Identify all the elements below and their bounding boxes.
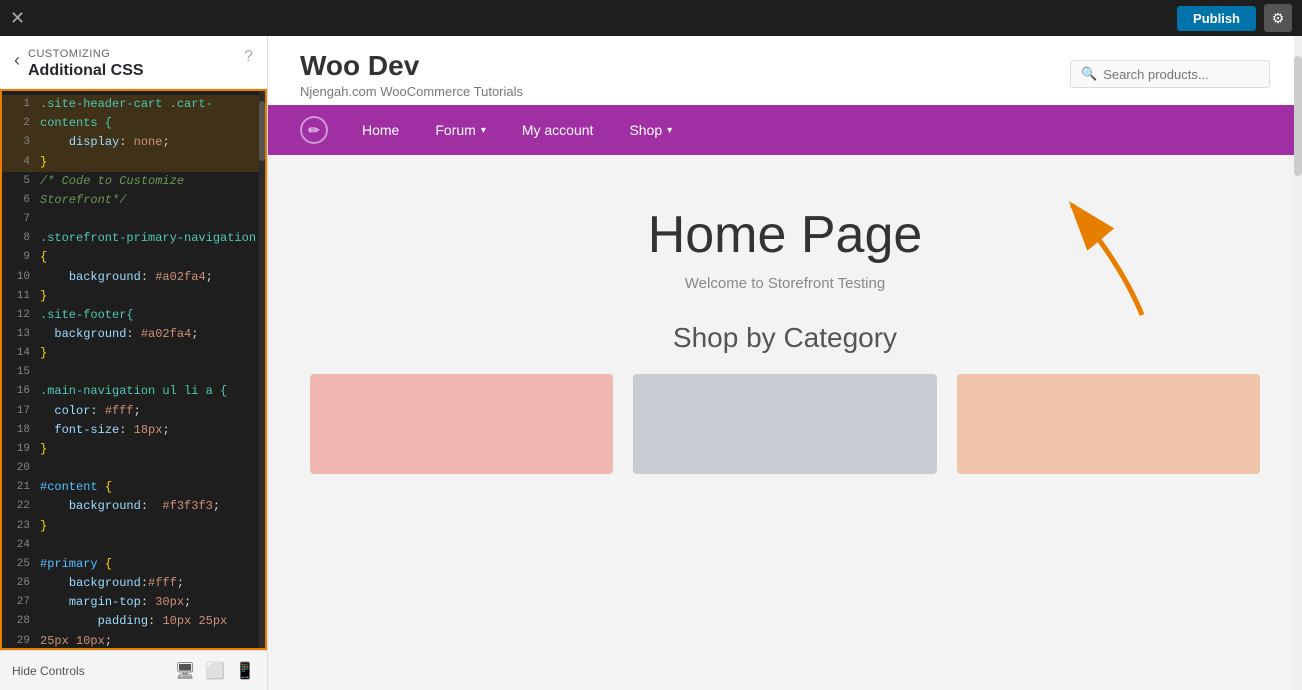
code-line: 19}	[2, 440, 265, 459]
top-bar: ✕ Publish ⚙	[0, 0, 1302, 36]
product-card-3[interactable]	[957, 374, 1260, 474]
code-line: 24	[2, 536, 265, 555]
sidebar-title-group: Customizing Additional CSS	[20, 48, 244, 80]
nav-item-myaccount[interactable]: My account	[504, 105, 612, 155]
hero-subtitle: Welcome to Storefront Testing	[648, 275, 923, 292]
code-line: 1.site-header-cart .cart-	[2, 95, 265, 114]
code-line: 8.storefront-primary-navigation	[2, 229, 265, 248]
chevron-down-icon: ▾	[481, 125, 486, 136]
code-line: 15	[2, 363, 265, 382]
site-subtitle: Njengah.com WooCommerce Tutorials	[300, 84, 523, 99]
shop-section-title: Shop by Category	[673, 322, 897, 354]
code-line: 11}	[2, 287, 265, 306]
desktop-icon[interactable]: 🖥	[175, 661, 195, 681]
code-line: 26 background:#fff;	[2, 574, 265, 593]
main-layout: ‹ Customizing Additional CSS ? 1.site-he…	[0, 36, 1302, 690]
code-line: 23}	[2, 517, 265, 536]
code-line: 2contents {	[2, 114, 265, 133]
orange-arrow-svg	[1022, 185, 1182, 325]
mobile-icon[interactable]: 📱	[235, 661, 255, 681]
help-icon[interactable]: ?	[244, 48, 253, 66]
sidebar-bottom: Hide Controls 🖥 ⬜ 📱	[0, 650, 267, 690]
sidebar-header: ‹ Customizing Additional CSS ?	[0, 36, 267, 89]
product-card-1[interactable]	[310, 374, 613, 474]
product-card-2[interactable]	[633, 374, 936, 474]
publish-button[interactable]: Publish	[1177, 6, 1256, 31]
sidebar: ‹ Customizing Additional CSS ? 1.site-he…	[0, 36, 268, 690]
search-icon: 🔍	[1081, 66, 1097, 82]
search-box[interactable]: 🔍	[1070, 60, 1270, 88]
code-line: 20	[2, 459, 265, 478]
site-header-row: Woo Dev Njengah.com WooCommerce Tutorial…	[268, 36, 1302, 105]
arrow-annotation	[1022, 185, 1182, 330]
code-line: 18 font-size: 18px;	[2, 421, 265, 440]
nav-edit-button[interactable]: ✏	[300, 116, 328, 144]
nav-bar: ✏ Home Forum ▾ My account Shop ▾	[268, 105, 1302, 155]
scrollbar-thumb	[1294, 56, 1302, 176]
hero-title: Home Page	[648, 205, 923, 265]
code-line: 28 padding: 10px 25px	[2, 612, 265, 631]
product-grid	[310, 374, 1260, 474]
section-title: Additional CSS	[28, 62, 244, 80]
code-line: 14}	[2, 344, 265, 363]
code-line: 21#content {	[2, 478, 265, 497]
code-line: 12.site-footer{	[2, 306, 265, 325]
code-line: 27 margin-top: 30px;	[2, 593, 265, 612]
code-line: 6Storefront*/	[2, 191, 265, 210]
customizing-label: Customizing	[28, 48, 244, 60]
hero-section: Home Page Welcome to Storefront Testing	[648, 185, 923, 322]
code-line: 16.main-navigation ul li a {	[2, 382, 265, 401]
chevron-down-icon-shop: ▾	[667, 125, 672, 136]
nav-item-shop[interactable]: Shop ▾	[611, 105, 690, 155]
code-line: 7	[2, 210, 265, 229]
code-line: 25#primary {	[2, 555, 265, 574]
code-line: 4}	[2, 153, 265, 172]
tablet-icon[interactable]: ⬜	[205, 661, 225, 681]
nav-items: Home Forum ▾ My account Shop ▾	[344, 105, 1270, 155]
close-icon[interactable]: ✕	[10, 9, 25, 27]
gear-button[interactable]: ⚙	[1264, 4, 1292, 32]
code-line: 13 background: #a02fa4;	[2, 325, 265, 344]
hide-controls-label[interactable]: Hide Controls	[12, 664, 85, 678]
preview-area: Woo Dev Njengah.com WooCommerce Tutorial…	[268, 36, 1302, 690]
nav-item-forum[interactable]: Forum ▾	[417, 105, 503, 155]
code-line: 22 background: #f3f3f3;	[2, 497, 265, 516]
code-line: 10 background: #a02fa4;	[2, 268, 265, 287]
code-line: 5/* Code to Customize	[2, 172, 265, 191]
code-line: 9{	[2, 248, 265, 267]
code-line: 17 color: #fff;	[2, 402, 265, 421]
nav-item-home[interactable]: Home	[344, 105, 417, 155]
content-area: Home Page Welcome to Storefront Testing …	[268, 155, 1302, 690]
search-input[interactable]	[1103, 67, 1259, 82]
site-title: Woo Dev	[300, 50, 523, 82]
code-line: 2925px 10px;	[2, 632, 265, 649]
preview-scrollbar[interactable]	[1294, 36, 1302, 690]
code-editor-wrap: 1.site-header-cart .cart-2contents {3 di…	[0, 89, 267, 650]
site-title-group: Woo Dev Njengah.com WooCommerce Tutorial…	[300, 50, 523, 99]
code-line: 3 display: none;	[2, 133, 265, 152]
code-editor[interactable]: 1.site-header-cart .cart-2contents {3 di…	[2, 91, 265, 648]
